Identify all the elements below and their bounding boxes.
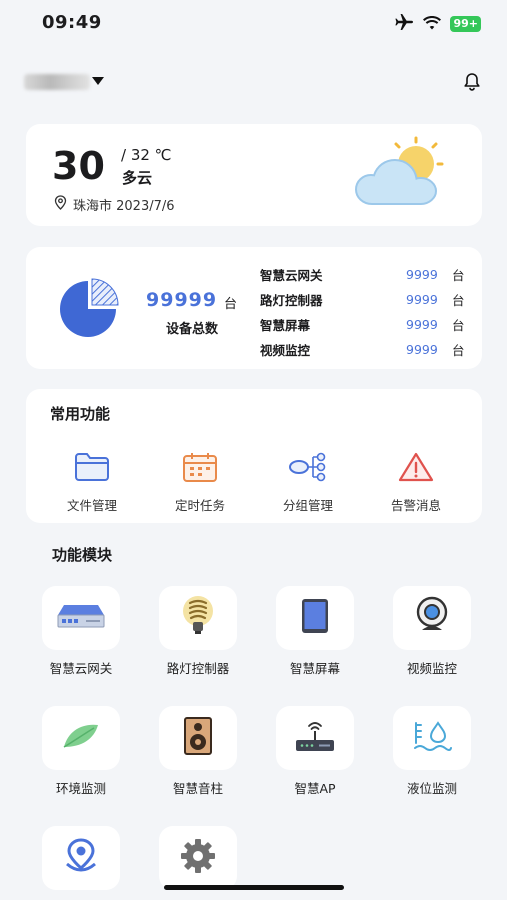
group-tree-icon — [287, 451, 329, 487]
module-tile — [42, 826, 120, 890]
device-total-label: 设备总数 — [166, 322, 219, 337]
tablet-icon — [300, 598, 330, 638]
module-label: 智慧云网关 — [49, 661, 113, 676]
device-row[interactable]: 视频监控 9999 台 — [260, 337, 470, 362]
function-modules-title: 功能模块 — [52, 546, 113, 564]
module-tile — [276, 586, 354, 650]
router-icon — [293, 718, 337, 758]
device-count: 9999 — [406, 317, 438, 332]
device-name: 智慧屏幕 — [260, 318, 311, 333]
module-tile — [42, 586, 120, 650]
module-video-surveillance[interactable]: 视频监控 — [392, 586, 472, 677]
func-scheduled-tasks[interactable]: 定时任务 — [146, 451, 254, 514]
gateway-icon — [56, 599, 106, 637]
webcam-icon — [413, 596, 451, 640]
status-bar: 09:49 99+ — [0, 0, 507, 46]
leaf-icon — [60, 721, 102, 755]
device-unit: 台 — [452, 293, 465, 308]
device-name: 视频监控 — [260, 343, 311, 358]
device-unit: 台 — [452, 268, 465, 283]
module-tile — [159, 586, 237, 650]
module-label: 智慧音柱 — [172, 781, 223, 796]
location-icon — [61, 838, 101, 878]
module-label: 环境监测 — [55, 781, 106, 796]
module-location[interactable] — [41, 826, 121, 898]
caret-down-icon[interactable] — [92, 77, 104, 85]
device-row[interactable]: 智慧屏幕 9999 台 — [260, 312, 470, 337]
device-row[interactable]: 路灯控制器 9999 台 — [260, 287, 470, 312]
module-label: 智慧AP — [294, 781, 336, 796]
location-pin-icon — [54, 195, 67, 214]
module-smart-speaker[interactable]: 智慧音柱 — [158, 706, 238, 797]
device-count: 9999 — [406, 292, 438, 307]
common-functions-list: 文件管理 定时任务 分组管理 告警消息 — [38, 451, 470, 514]
device-stats-card[interactable]: 99999 台 设备总数 智慧云网关 9999 台 路灯控制器 9999 台 智… — [26, 247, 482, 369]
device-name: 智慧云网关 — [260, 268, 323, 283]
weather-condition: 多云 — [122, 169, 153, 187]
module-label: 智慧屏幕 — [289, 661, 340, 676]
module-label: 路灯控制器 — [166, 661, 230, 676]
func-label: 分组管理 — [282, 498, 333, 513]
bulb-icon — [178, 595, 218, 641]
common-functions-card: 常用功能 文件管理 定时任务 分组管理 告警消息 — [26, 389, 482, 523]
status-time: 09:49 — [42, 12, 102, 33]
warning-icon — [397, 451, 435, 487]
common-functions-title: 常用功能 — [50, 405, 111, 423]
temperature: 30 — [52, 144, 105, 188]
device-count: 9999 — [406, 342, 438, 357]
module-smart-ap[interactable]: 智慧AP — [275, 706, 355, 797]
module-gateway[interactable]: 智慧云网关 — [41, 586, 121, 677]
device-count-list: 智慧云网关 9999 台 路灯控制器 9999 台 智慧屏幕 9999 台 视频… — [260, 262, 470, 362]
func-label: 告警消息 — [390, 498, 441, 513]
status-icons: 99+ — [394, 14, 481, 34]
device-total-value: 99999 — [146, 289, 218, 311]
func-file-management[interactable]: 文件管理 — [38, 451, 146, 514]
speaker-icon — [183, 717, 213, 759]
water-level-icon — [412, 719, 452, 757]
module-streetlight-controller[interactable]: 路灯控制器 — [158, 586, 238, 677]
folder-icon — [73, 451, 111, 487]
module-environment-monitoring[interactable]: 环境监测 — [41, 706, 121, 797]
module-label: 视频监控 — [406, 661, 457, 676]
module-label: 液位监测 — [406, 781, 457, 796]
device-unit: 台 — [452, 343, 465, 358]
device-count: 9999 — [406, 267, 438, 282]
username-blurred[interactable] — [24, 74, 90, 90]
calendar-icon — [181, 451, 219, 487]
home-indicator[interactable] — [164, 885, 344, 890]
device-row[interactable]: 智慧云网关 9999 台 — [260, 262, 470, 287]
airplane-icon — [394, 14, 414, 34]
device-unit: 台 — [452, 318, 465, 333]
module-tile — [42, 706, 120, 770]
gear-icon — [178, 836, 218, 880]
temperature-range: / 32 ℃ — [121, 146, 172, 164]
weather-card[interactable]: 30 / 32 ℃ 多云 珠海市 2023/7/6 — [26, 124, 482, 226]
location-row: 珠海市 2023/7/6 — [54, 195, 175, 214]
module-liquid-level[interactable]: 液位监测 — [392, 706, 472, 797]
location-text: 珠海市 2023/7/6 — [73, 199, 175, 214]
module-tile — [393, 706, 471, 770]
partly-cloudy-icon — [350, 134, 460, 218]
module-smart-screen[interactable]: 智慧屏幕 — [275, 586, 355, 677]
module-tile — [159, 706, 237, 770]
device-total-unit: 台 — [224, 297, 238, 312]
func-label: 定时任务 — [174, 498, 225, 513]
battery-badge: 99+ — [450, 16, 481, 32]
module-tile — [276, 706, 354, 770]
header — [0, 62, 507, 102]
bell-icon[interactable] — [463, 72, 481, 96]
device-name: 路灯控制器 — [260, 293, 323, 308]
func-group-management[interactable]: 分组管理 — [254, 451, 362, 514]
device-pie-chart-icon — [52, 277, 128, 343]
module-tile — [159, 826, 237, 890]
func-label: 文件管理 — [66, 498, 117, 513]
wifi-icon — [422, 15, 442, 34]
module-tile — [393, 586, 471, 650]
func-alarm-messages[interactable]: 告警消息 — [362, 451, 470, 514]
